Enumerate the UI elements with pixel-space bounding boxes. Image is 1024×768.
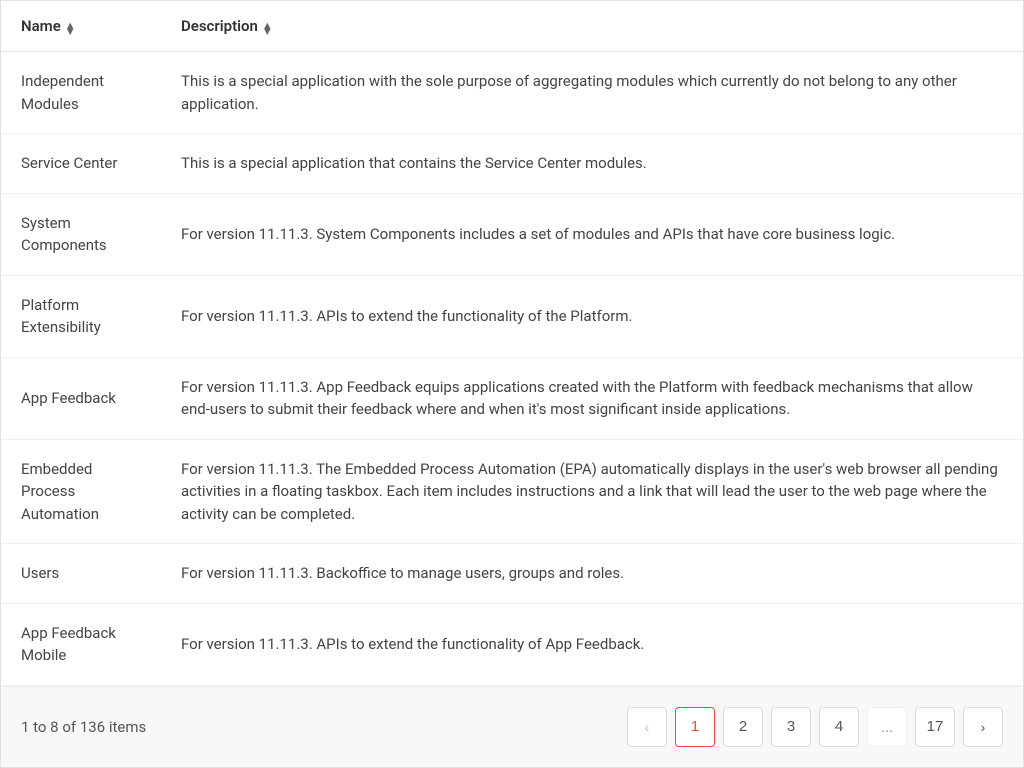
cell-description: This is a special application with the s… [161,52,1023,134]
column-header-description[interactable]: Description ▲ ▼ [161,1,1023,52]
table-row[interactable]: Users For version 11.11.3. Backoffice to… [1,544,1023,604]
table-row[interactable]: System Components For version 11.11.3. S… [1,193,1023,275]
cell-description: For version 11.11.3. APIs to extend the … [161,275,1023,357]
table-row[interactable]: Service Center This is a special applica… [1,134,1023,194]
table-container: Name ▲ ▼ Description ▲ ▼ [0,0,1024,768]
table-header-row: Name ▲ ▼ Description ▲ ▼ [1,1,1023,52]
table-body: Independent Modules This is a special ap… [1,52,1023,686]
pagination-page-button[interactable]: 17 [915,707,955,747]
table-row[interactable]: Independent Modules This is a special ap… [1,52,1023,134]
cell-name: Independent Modules [1,52,161,134]
cell-name: System Components [1,193,161,275]
cell-description: This is a special application that conta… [161,134,1023,194]
pagination: ‹ 1 2 3 4 ... 17 › [627,707,1003,747]
chevron-left-icon: ‹ [645,719,650,735]
pagination-page-button[interactable]: 2 [723,707,763,747]
cell-description: For version 11.11.3. Backoffice to manag… [161,544,1023,604]
column-description-label: Description [181,17,258,35]
pagination-page-button[interactable]: 4 [819,707,859,747]
cell-name: Platform Extensibility [1,275,161,357]
pagination-info: 1 to 8 of 136 items [21,718,146,736]
pagination-page-button[interactable]: 3 [771,707,811,747]
chevron-right-icon: › [981,719,986,735]
table-row[interactable]: Embedded Process Automation For version … [1,439,1023,544]
table-footer: 1 to 8 of 136 items ‹ 1 2 3 4 ... 17 › [1,686,1023,767]
cell-description: For version 11.11.3. APIs to extend the … [161,603,1023,685]
cell-name: App Feedback Mobile [1,603,161,685]
pagination-ellipsis: ... [867,707,907,747]
column-header-name[interactable]: Name ▲ ▼ [1,1,161,52]
cell-name: Service Center [1,134,161,194]
pagination-next-button[interactable]: › [963,707,1003,747]
cell-description: For version 11.11.3. System Components i… [161,193,1023,275]
table-row[interactable]: Platform Extensibility For version 11.11… [1,275,1023,357]
table-row[interactable]: App Feedback Mobile For version 11.11.3.… [1,603,1023,685]
cell-name: Embedded Process Automation [1,439,161,544]
data-table: Name ▲ ▼ Description ▲ ▼ [1,1,1023,686]
cell-name: Users [1,544,161,604]
cell-description: For version 11.11.3. App Feedback equips… [161,357,1023,439]
cell-description: For version 11.11.3. The Embedded Proces… [161,439,1023,544]
pagination-prev-button[interactable]: ‹ [627,707,667,747]
sort-icon: ▲ ▼ [262,20,273,32]
pagination-page-button[interactable]: 1 [675,707,715,747]
column-name-label: Name [21,17,61,35]
sort-icon: ▲ ▼ [65,20,76,32]
table-row[interactable]: App Feedback For version 11.11.3. App Fe… [1,357,1023,439]
cell-name: App Feedback [1,357,161,439]
